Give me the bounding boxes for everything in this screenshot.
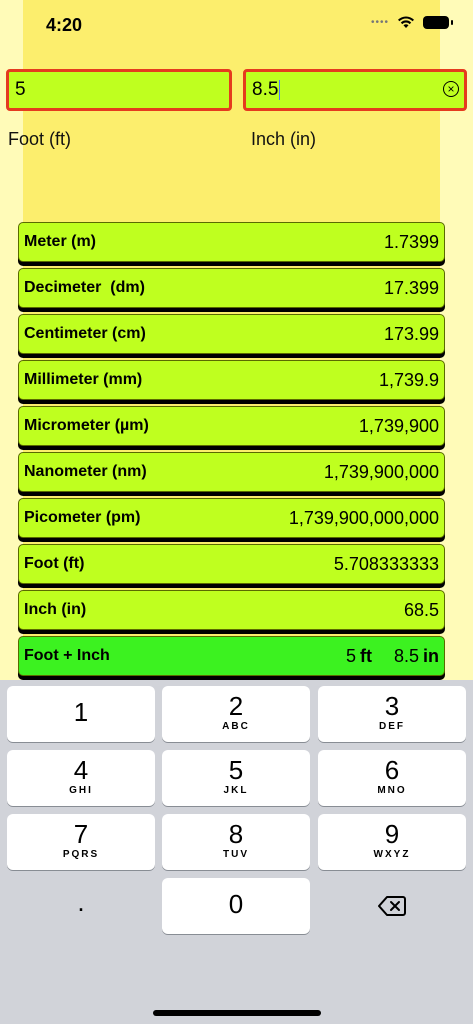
key-digit: 6: [384, 755, 400, 785]
key-3[interactable]: 3 DEF: [318, 686, 466, 742]
key-2[interactable]: 2 ABC: [162, 686, 310, 742]
result-name: Decimeter (dm): [24, 279, 145, 296]
result-value: 68.5: [403, 599, 439, 620]
result-value: 1,739,900,000,000: [288, 507, 439, 528]
key-digit: 3: [384, 691, 400, 721]
foot-inch-inches-unit: in: [423, 645, 439, 666]
key-5[interactable]: 5 JKL: [162, 750, 310, 806]
inch-input-value: 8.5: [252, 79, 279, 100]
foot-inch-value: 5 ft 8.5 in: [346, 646, 439, 667]
foot-label: Foot (ft): [8, 129, 72, 149]
key-letters: PQRS: [62, 849, 100, 860]
inch-input[interactable]: 8.5 ×: [243, 69, 467, 111]
result-name: Foot + Inch: [24, 647, 110, 664]
home-indicator: [153, 1010, 321, 1016]
key-decimal[interactable]: .: [7, 878, 155, 934]
backspace-icon: [378, 896, 406, 916]
foot-input-value: 5: [15, 79, 26, 100]
result-row-centimeter: Centimeter (cm) 173.99: [18, 314, 445, 354]
status-icons: ••••: [370, 15, 453, 29]
foot-input[interactable]: 5: [6, 69, 232, 111]
result-row-micrometer: Micrometer (µm) 1,739,900: [18, 406, 445, 446]
result-row-foot-inch: Foot + Inch 5 ft 8.5 in: [18, 636, 445, 676]
signal-dots-icon: ••••: [370, 16, 389, 28]
result-value: 1,739,900: [358, 415, 439, 436]
key-digit: 4: [73, 755, 89, 785]
key-1[interactable]: 1: [7, 686, 155, 742]
result-row-picometer: Picometer (pm) 1,739,900,000,000: [18, 498, 445, 538]
result-row-inch: Inch (in) 68.5: [18, 590, 445, 630]
key-letters: GHI: [69, 785, 93, 796]
result-value: 17.399: [383, 277, 439, 298]
key-digit: 2: [228, 691, 244, 721]
key-letters: MNO: [377, 785, 407, 796]
battery-icon: [423, 15, 453, 29]
key-6[interactable]: 6 MNO: [318, 750, 466, 806]
key-digit: 5: [228, 755, 244, 785]
result-name: Nanometer (nm): [24, 463, 147, 480]
inch-label: Inch (in): [251, 129, 317, 149]
key-backspace[interactable]: [318, 878, 466, 934]
status-bar: 4:20 ••••: [0, 0, 473, 50]
status-time: 4:20: [46, 15, 83, 35]
key-letters: DEF: [379, 721, 405, 732]
key-digit: 7: [73, 819, 89, 849]
result-value: 5.708333333: [333, 553, 439, 574]
result-row-decimeter: Decimeter (dm) 17.399: [18, 268, 445, 308]
key-9[interactable]: 9 WXYZ: [318, 814, 466, 870]
key-7[interactable]: 7 PQRS: [7, 814, 155, 870]
numeric-keyboard: 1 2 ABC 3 DEF 4 GHI 5 JKL 6 MNO 7 PQRS 8…: [0, 680, 473, 1024]
result-value: 173.99: [383, 323, 439, 344]
results-list: Meter (m) 1.7399 Decimeter (dm) 17.399 C…: [18, 222, 445, 682]
foot-inch-feet: 5: [345, 645, 356, 666]
wifi-icon: [398, 16, 414, 28]
result-name: Inch (in): [24, 601, 87, 618]
key-dot: .: [77, 887, 85, 917]
key-letters: JKL: [223, 785, 249, 796]
result-name: Millimeter (mm): [24, 371, 143, 388]
result-row-meter: Meter (m) 1.7399: [18, 222, 445, 262]
result-value: 1.7399: [383, 231, 439, 252]
result-row-millimeter: Millimeter (mm) 1,739.9: [18, 360, 445, 400]
result-row-foot: Foot (ft) 5.708333333: [18, 544, 445, 584]
result-name: Micrometer (µm): [24, 417, 149, 434]
result-row-nanometer: Nanometer (nm) 1,739,900,000: [18, 452, 445, 492]
clear-icon[interactable]: ×: [443, 81, 459, 97]
key-letters: ABC: [222, 721, 250, 732]
key-letters: WXYZ: [373, 849, 411, 860]
foot-inch-feet-unit: ft: [359, 645, 372, 666]
foot-inch-inches: 8.5: [393, 645, 419, 666]
key-letters: TUV: [223, 849, 249, 860]
key-digit: 8: [228, 819, 244, 849]
result-name: Centimeter (cm): [24, 325, 146, 342]
key-digit: 9: [384, 819, 400, 849]
key-8[interactable]: 8 TUV: [162, 814, 310, 870]
result-name: Meter (m): [24, 233, 97, 250]
key-4[interactable]: 4 GHI: [7, 750, 155, 806]
key-digit: 0: [228, 889, 244, 919]
result-value: 1,739.9: [378, 369, 439, 390]
result-name: Foot (ft): [24, 555, 85, 572]
text-caret: [279, 80, 281, 100]
key-0[interactable]: 0: [162, 878, 310, 934]
result-name: Picometer (pm): [24, 509, 141, 526]
result-value: 1,739,900,000: [323, 461, 439, 482]
key-digit: 1: [73, 697, 89, 727]
